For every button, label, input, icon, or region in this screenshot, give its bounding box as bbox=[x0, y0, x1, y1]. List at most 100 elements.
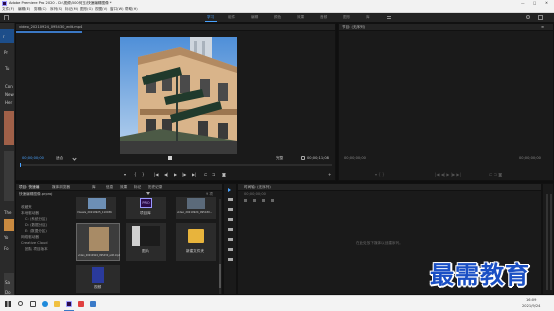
media-item-selected[interactable]: video_20210924_095430_edit.mp4 bbox=[76, 223, 120, 261]
taskbar-time[interactable]: 16:09 bbox=[526, 298, 536, 303]
menu-sequence[interactable]: 序列(S) bbox=[50, 7, 62, 12]
ripple-edit-tool-icon[interactable] bbox=[228, 208, 233, 211]
playhead-marker[interactable] bbox=[20, 163, 21, 167]
export-frame-button[interactable]: ◙ bbox=[222, 173, 226, 177]
media-item[interactable]: 视频 bbox=[76, 265, 120, 293]
media-item[interactable]: PRO 项目库 bbox=[126, 197, 166, 219]
media-item[interactable]: 图片 bbox=[126, 223, 166, 261]
linked-selection-icon[interactable] bbox=[253, 199, 256, 202]
tree-item[interactable]: D: (数据分区) bbox=[25, 223, 47, 228]
app-icon[interactable] bbox=[90, 301, 96, 307]
edge-icon[interactable] bbox=[42, 301, 48, 307]
tree-item[interactable]: C: (系统分区) bbox=[25, 217, 47, 222]
tab-libraries[interactable]: 库 bbox=[92, 185, 96, 190]
play-button[interactable]: ▶ bbox=[174, 173, 177, 177]
step-back-button[interactable]: ◀| bbox=[164, 173, 168, 177]
overwrite-button[interactable]: ⊐ bbox=[212, 173, 215, 177]
workspace-tab-editing[interactable]: 编辑 bbox=[251, 15, 258, 20]
snap-icon[interactable] bbox=[244, 199, 247, 202]
go-to-in-button[interactable]: |◀ bbox=[154, 173, 158, 177]
learn-card[interactable] bbox=[4, 151, 14, 201]
add-marker-button[interactable]: ▾ bbox=[124, 173, 126, 177]
hand-tool-icon[interactable] bbox=[228, 248, 233, 251]
timeline-tab[interactable]: 时间轴: (无序列) bbox=[244, 185, 271, 190]
tab-history[interactable]: 历史记录 bbox=[148, 185, 162, 190]
project-scroll-thumb[interactable] bbox=[219, 264, 221, 288]
quality-dropdown[interactable]: 完整 bbox=[276, 156, 283, 161]
tree-item[interactable]: Creative Cloud bbox=[21, 241, 47, 246]
tab-info[interactable]: 信息 bbox=[106, 185, 113, 190]
type-tool-icon[interactable] bbox=[228, 258, 233, 261]
learn-thumbnail[interactable] bbox=[4, 111, 14, 145]
source-time-ruler[interactable] bbox=[20, 164, 332, 166]
tab-media-browser[interactable]: 媒体浏览器 bbox=[52, 185, 70, 190]
file-explorer-icon[interactable] bbox=[54, 301, 60, 307]
workspace-more-icon[interactable] bbox=[387, 16, 391, 19]
timeline-settings-icon[interactable] bbox=[271, 199, 274, 202]
maximize-button[interactable]: □ bbox=[533, 1, 536, 6]
program-monitor-tab[interactable]: 节目: (无序列) bbox=[342, 25, 365, 30]
panel-menu-icon[interactable]: ≡ bbox=[541, 25, 544, 30]
taskbar-date[interactable]: 2021/9/24 bbox=[522, 304, 540, 309]
workspace-tab-libraries[interactable]: 库 bbox=[366, 15, 370, 20]
premiere-taskbar-icon[interactable] bbox=[66, 301, 72, 307]
workspace-tab-effects[interactable]: 效果 bbox=[297, 15, 304, 20]
workspace-tab-graphics[interactable]: 图形 bbox=[343, 15, 350, 20]
share-icon[interactable] bbox=[538, 15, 543, 20]
workspace-tab-learning[interactable]: 学习 bbox=[207, 15, 214, 20]
mark-in-button[interactable]: { bbox=[134, 173, 137, 177]
menu-clip[interactable]: 剪辑(C) bbox=[34, 7, 47, 12]
program-play-button[interactable]: |◀ ◀| ▶ |▶ ▶| bbox=[435, 173, 461, 177]
menu-marker[interactable]: 标记(M) bbox=[65, 7, 78, 12]
program-mark-in-button[interactable]: ▾ { } bbox=[375, 173, 385, 177]
close-button[interactable]: ✕ bbox=[545, 1, 548, 6]
go-to-out-button[interactable]: ▶| bbox=[192, 173, 196, 177]
app-icon[interactable] bbox=[78, 301, 84, 307]
learn-thumbnail-2[interactable] bbox=[4, 219, 14, 231]
home-icon[interactable] bbox=[4, 15, 9, 20]
menu-help[interactable]: 帮助(H) bbox=[125, 7, 138, 12]
add-button[interactable]: + bbox=[328, 173, 331, 177]
tab-effects[interactable]: 效果 bbox=[120, 185, 127, 190]
source-timecode-left[interactable]: 00;00;00;00 bbox=[22, 156, 44, 161]
fit-dropdown[interactable]: 适合 bbox=[56, 156, 63, 161]
menu-edit[interactable]: 编辑(E) bbox=[18, 7, 30, 12]
workspace-tab-audio[interactable]: 音频 bbox=[320, 15, 327, 20]
media-item[interactable]: 新建文件夹 bbox=[176, 223, 216, 261]
task-view-icon[interactable] bbox=[30, 301, 36, 307]
add-marker-icon[interactable] bbox=[262, 199, 265, 202]
tree-item[interactable]: 团队 项目版本 bbox=[25, 247, 48, 252]
insert-button[interactable]: ⊏ bbox=[204, 173, 207, 177]
step-forward-button[interactable]: |▶ bbox=[182, 173, 186, 177]
program-lift-button[interactable]: ⊏ ⊐ ◙ bbox=[489, 173, 502, 177]
windows-start-icon[interactable] bbox=[5, 301, 11, 307]
track-select-tool-icon[interactable] bbox=[228, 198, 233, 201]
tree-item[interactable]: 收藏夹 bbox=[21, 205, 32, 210]
slip-tool-icon[interactable] bbox=[228, 228, 233, 231]
media-item[interactable]: video_20210924_095430... bbox=[176, 197, 216, 219]
source-monitor-tab[interactable]: video_20210924_095430_edit.mp4 bbox=[19, 25, 82, 30]
tab-project[interactable]: 项目: 快速编 bbox=[19, 185, 39, 190]
source-settings-icon[interactable] bbox=[168, 156, 172, 160]
menu-window[interactable]: 窗口(W) bbox=[110, 7, 124, 12]
tab-markers[interactable]: 标记 bbox=[134, 185, 141, 190]
wrench-icon[interactable] bbox=[301, 156, 305, 160]
pen-tool-icon[interactable] bbox=[228, 238, 233, 241]
menu-view[interactable]: 视图(V) bbox=[95, 7, 107, 12]
search-taskbar-icon[interactable] bbox=[18, 301, 23, 306]
media-item[interactable]: Visuals_20210925_110036 bbox=[76, 197, 116, 219]
mark-out-button[interactable]: } bbox=[142, 173, 145, 177]
tree-item[interactable]: E: (数据分区) bbox=[25, 229, 47, 234]
razor-tool-icon[interactable] bbox=[228, 218, 233, 221]
menu-file[interactable]: 文件(F) bbox=[2, 7, 14, 12]
menu-graphics[interactable]: 图形(G) bbox=[80, 7, 93, 12]
minimize-button[interactable]: — bbox=[521, 1, 525, 6]
filter-icon[interactable] bbox=[146, 192, 150, 196]
tree-item[interactable]: 网络驱动器 bbox=[21, 235, 39, 240]
workspace-tab-color[interactable]: 颜色 bbox=[274, 15, 281, 20]
selection-tool-icon[interactable] bbox=[228, 188, 231, 192]
tree-item[interactable]: 本地驱动器 bbox=[21, 211, 39, 216]
workspace-tab-assembly[interactable]: 组件 bbox=[228, 15, 235, 20]
premiere-window: Adobe Premiere Pro 2020 - D:\视频\500何玉\快速… bbox=[0, 0, 554, 311]
search-icon[interactable] bbox=[526, 15, 530, 19]
